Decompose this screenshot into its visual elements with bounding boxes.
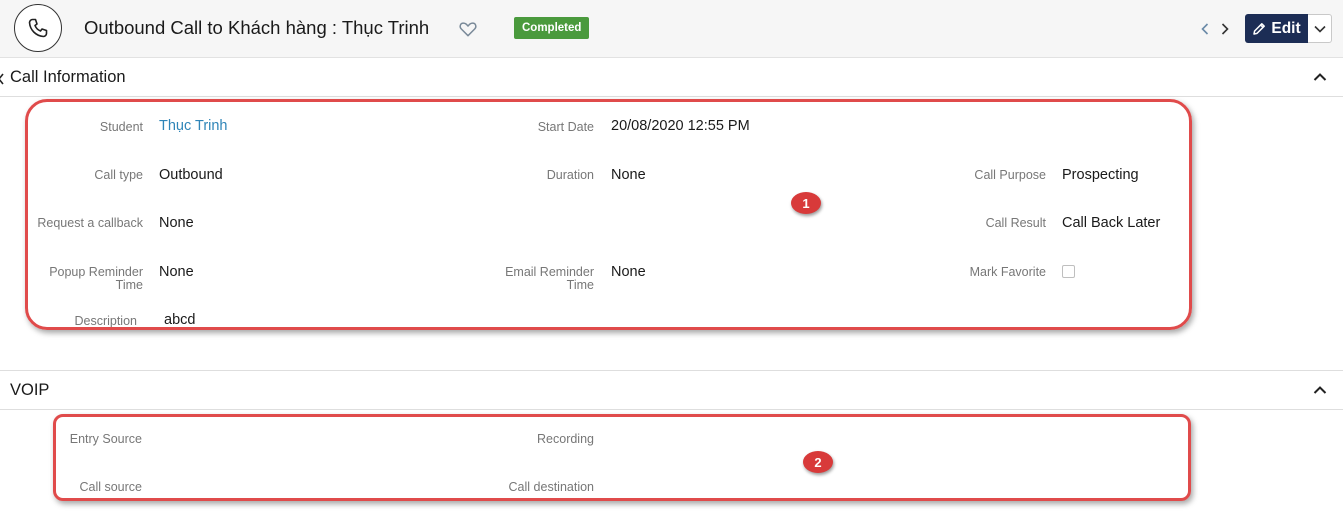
chevron-down-icon <box>1313 25 1326 33</box>
chevron-up-icon[interactable] <box>1313 72 1327 82</box>
record-header: Outbound Call to Khách hàng : Thục Trinh… <box>0 0 1343 58</box>
section-title: VOIP <box>10 381 50 399</box>
voip-section-header[interactable]: VOIP <box>0 370 1343 410</box>
chevron-up-icon[interactable] <box>1313 385 1327 395</box>
section-title: Call Information <box>10 68 126 86</box>
highlight-box-voip <box>53 414 1191 501</box>
pencil-icon <box>1253 22 1266 35</box>
previous-record-button[interactable] <box>1198 19 1212 39</box>
call-avatar <box>14 4 62 52</box>
annotation-marker-2: 2 <box>803 451 833 473</box>
next-record-button[interactable] <box>1218 19 1232 39</box>
status-badge: Completed <box>514 17 590 39</box>
edit-button-label: Edit <box>1271 19 1301 37</box>
edit-dropdown-button[interactable] <box>1308 14 1332 43</box>
heart-icon[interactable] <box>458 19 478 39</box>
annotation-marker-1: 1 <box>791 192 821 214</box>
page-title: Outbound Call to Khách hàng : Thục Trinh <box>84 17 430 38</box>
call-information-section-header[interactable]: Call Information <box>0 59 1343 97</box>
chevron-left-icon <box>1201 23 1209 35</box>
highlight-box-call-information <box>25 99 1192 330</box>
phone-icon <box>28 18 48 38</box>
edit-button[interactable]: Edit <box>1245 14 1308 43</box>
expand-arrow-icon <box>0 73 4 85</box>
chevron-right-icon <box>1221 23 1229 35</box>
